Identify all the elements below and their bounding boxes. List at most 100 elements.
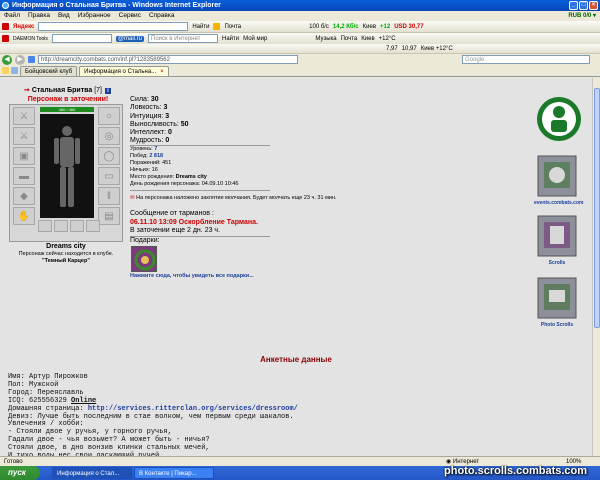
- weather-city[interactable]: Киев: [363, 24, 376, 30]
- tab-fight-club[interactable]: Бойцовский клуб: [20, 66, 78, 76]
- info-value: Dreams city: [175, 174, 207, 180]
- address-bar[interactable]: http://dreamcity.combats.com/inf.pl?1283…: [38, 55, 298, 64]
- shield-slot[interactable]: ◯: [98, 147, 120, 165]
- info-block: Уровень: 7 Побед: 2 818 Поражений: 451 Н…: [130, 146, 238, 188]
- close-tab-icon[interactable]: ×: [160, 69, 164, 75]
- close-button[interactable]: ×: [589, 1, 598, 10]
- helmet-slot[interactable]: ⚔: [13, 107, 35, 125]
- maximize-button[interactable]: □: [579, 1, 588, 10]
- menu-file[interactable]: Файл: [4, 11, 20, 21]
- info-label: День рождения персонажа:: [130, 181, 201, 187]
- taskbar-item[interactable]: Информация о Стал...: [52, 467, 132, 479]
- rune-slot[interactable]: [70, 220, 84, 232]
- homepage-link[interactable]: http://services.ritterclan.org/services/…: [88, 405, 298, 413]
- stat-label: Ловкость:: [130, 104, 162, 112]
- yandex-toolbar: Яндекс Найти Почта 100 б/с 14,2 Кб/с Кие…: [0, 21, 600, 33]
- profile-icq: ICQ: 625556329: [8, 396, 67, 405]
- taskbar-item[interactable]: В Контакте | Пикар...: [134, 467, 214, 479]
- ie-logo-icon: [2, 2, 9, 9]
- photo-scrolls-link[interactable]: Photo Scrolls: [534, 276, 580, 328]
- info-value: 7: [154, 146, 158, 152]
- yandex-mail-button[interactable]: Почта: [224, 24, 241, 30]
- tab-list-icon[interactable]: [11, 67, 18, 74]
- vertical-scrollbar[interactable]: [592, 78, 600, 456]
- icq-online-badge[interactable]: Online: [71, 397, 96, 405]
- yandex-find-button[interactable]: Найти: [192, 24, 209, 30]
- menu-view[interactable]: Вид: [58, 11, 70, 21]
- google-search-input[interactable]: Google: [462, 55, 590, 64]
- forward-button[interactable]: ▶: [15, 54, 25, 65]
- events-scroll-icon: [537, 155, 577, 197]
- gloves-slot[interactable]: ✋: [13, 207, 35, 225]
- menu-edit[interactable]: Правка: [28, 11, 50, 21]
- photo-scrolls-icon: [537, 277, 577, 319]
- mailru-weather-city[interactable]: Киев: [361, 36, 374, 42]
- close-toolbar-icon[interactable]: [2, 35, 9, 42]
- stat-row: Выносливость: 50: [130, 121, 189, 129]
- stat-label: Сила:: [130, 96, 149, 103]
- profile-title: Анкетные данные: [260, 355, 332, 364]
- events-combats-link[interactable]: events.combats.com: [534, 154, 583, 206]
- character-name: Стальная Бритва: [31, 87, 93, 94]
- favorites-star-icon[interactable]: [2, 67, 9, 74]
- tab-info[interactable]: Информация о Стальна... ×: [79, 66, 169, 76]
- info-label: Побед:: [130, 153, 148, 159]
- rune-slot[interactable]: [54, 220, 68, 232]
- gifts-label: Подарки:: [130, 237, 160, 244]
- prison-title: Персонаж в заточении!: [27, 96, 109, 103]
- scrollbar-thumb[interactable]: [594, 88, 600, 328]
- myworld-button[interactable]: Мой мир: [243, 36, 267, 42]
- belt-slot[interactable]: ▬: [13, 167, 35, 185]
- close-toolbar-icon[interactable]: [2, 23, 9, 30]
- mailru-search-input[interactable]: Поиск в Интернет: [148, 34, 219, 43]
- bottom-slots: [38, 220, 100, 232]
- character-silhouette: [40, 114, 94, 218]
- bracer-slot[interactable]: ▭: [98, 167, 120, 185]
- armor-slot[interactable]: ▣: [13, 147, 35, 165]
- traffic-indicator: 100 б/с: [309, 23, 329, 30]
- legs-slot[interactable]: ‖: [98, 187, 120, 205]
- info-icon[interactable]: i: [104, 88, 111, 94]
- daemon-search-input[interactable]: [51, 34, 112, 43]
- menu-bar: Файл Правка Вид Избранное Сервис Справка: [0, 11, 600, 21]
- extra-slot[interactable]: ▤: [98, 207, 120, 225]
- tab-row: Бойцовский клуб Информация о Стальна... ×: [0, 65, 600, 77]
- silence-spell: ✉ На персонажа наложено заклятие молчани…: [130, 195, 337, 201]
- mailru-logo[interactable]: @mail.ru: [115, 35, 145, 42]
- homepage-label: Домашняя страница:: [8, 404, 84, 413]
- message-header: Сообщение от тарманов :: [130, 210, 214, 217]
- amulet-slot[interactable]: ◎: [98, 127, 120, 145]
- anniversary-badge[interactable]: [536, 94, 582, 146]
- all-gifts-link[interactable]: Нажмите сюда, чтобы увидеть все подарки.…: [130, 273, 254, 279]
- scrolls-link[interactable]: Scrolls: [534, 214, 580, 266]
- gift-icon[interactable]: [131, 246, 157, 272]
- menu-tools[interactable]: Сервис: [119, 11, 141, 21]
- character-location: Персонаж сейчас находится в клубе. "Темн…: [9, 251, 123, 265]
- quote-2: 10,97: [401, 45, 417, 52]
- menu-favorites[interactable]: Избранное: [78, 11, 111, 21]
- mailru-mail-button[interactable]: Почта: [341, 36, 358, 42]
- start-button[interactable]: пуск: [0, 466, 40, 480]
- quote-1: 7,97: [386, 45, 398, 52]
- address-row: ◀ ▶ http://dreamcity.combats.com/inf.pl?…: [0, 54, 600, 65]
- rune-slot[interactable]: [86, 220, 100, 232]
- usd-rate[interactable]: USD 30,77: [394, 24, 423, 30]
- music-button[interactable]: Музыка: [315, 36, 336, 42]
- boots-slot[interactable]: ◆: [13, 187, 35, 205]
- menu-help[interactable]: Справка: [149, 11, 175, 21]
- info-row: Место рождения: Dreams city: [130, 174, 238, 181]
- scrolls-label: Scrolls: [548, 260, 566, 266]
- yandex-search-input[interactable]: [38, 22, 189, 31]
- weapon-slot[interactable]: ⚔: [13, 127, 35, 145]
- arrow-icon: ➙: [24, 87, 30, 94]
- rune-slot[interactable]: [38, 220, 52, 232]
- stat-label: Интуиция:: [130, 112, 164, 120]
- minimize-button[interactable]: _: [569, 1, 578, 10]
- mailru-find-button[interactable]: Найти: [222, 36, 239, 42]
- back-button[interactable]: ◀: [2, 54, 12, 65]
- ring-slot[interactable]: ○: [98, 107, 120, 125]
- tarman-message: Сообщение от тарманов : 06.11.10 13:09 О…: [130, 210, 258, 236]
- photo-scrolls-label: Photo Scrolls: [540, 322, 574, 328]
- info-row: Уровень: 7: [130, 146, 238, 153]
- character-city: Dreams city: [46, 243, 86, 250]
